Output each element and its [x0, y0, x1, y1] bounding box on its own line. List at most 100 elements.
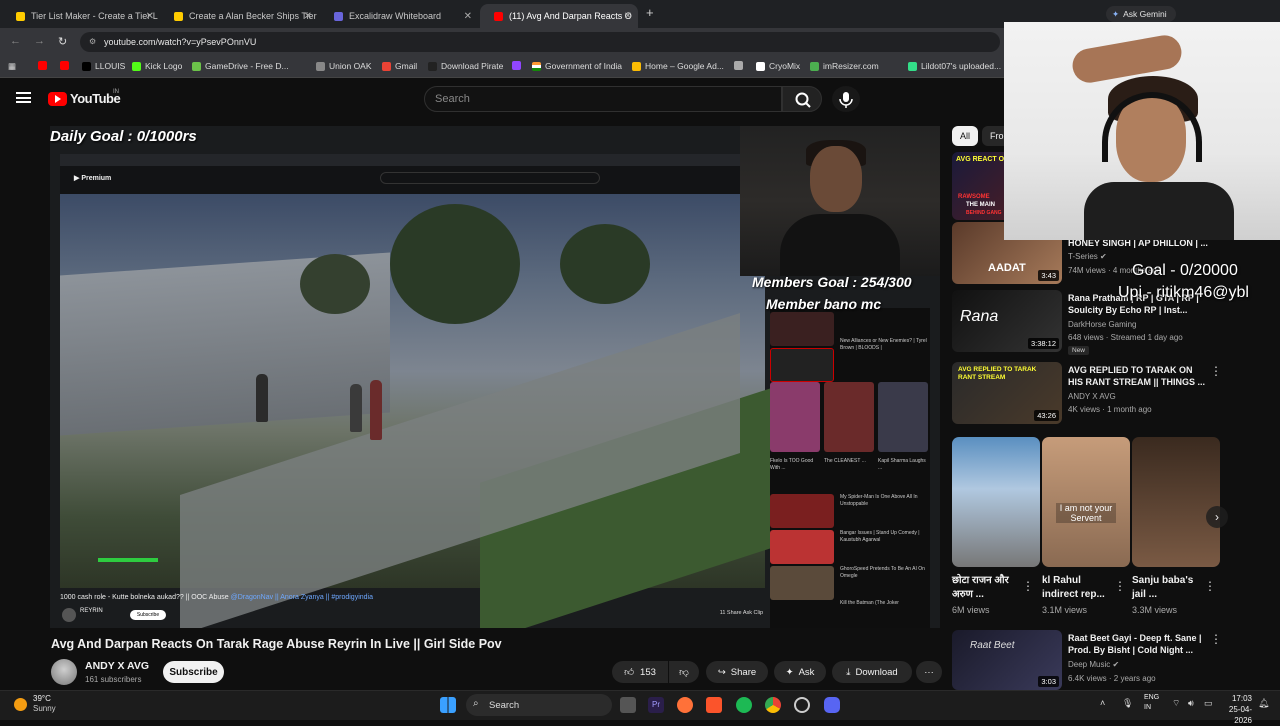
bookmark-llouis[interactable]: LLOUIS: [82, 61, 125, 71]
thumb-text: RAWSOME: [958, 194, 990, 200]
youtube-icon: [60, 61, 69, 70]
bookmark-government-of-india[interactable]: Government of India: [532, 61, 622, 71]
channel-avatar[interactable]: [51, 659, 77, 685]
bookmark-imresizer[interactable]: imResizer.com: [810, 61, 879, 71]
bookmark-extra[interactable]: [734, 61, 747, 70]
ask-button[interactable]: ✦ Ask: [774, 661, 826, 683]
system-clock[interactable]: 17:03 25-04-2026: [1222, 693, 1252, 726]
bookmark-gmail[interactable]: Gmail: [382, 61, 417, 71]
ask-gemini-label: Ask Gemini: [1123, 9, 1167, 19]
file-explorer-icon[interactable]: [620, 697, 636, 713]
channel-name[interactable]: ANDY X AVG: [85, 660, 149, 672]
embedded-thumb: [770, 566, 834, 600]
video-player[interactable]: ▶ Premium Daily Goal : 0/1000rs 1000 cas…: [50, 126, 940, 628]
browser-tab-youtube[interactable]: (11) Avg And Darpan Reacts O ✕: [480, 4, 638, 28]
browser-tab-tier-list[interactable]: Tier List Maker - Create a Tier L ✕: [2, 4, 160, 28]
youtube-logo-icon[interactable]: [48, 92, 67, 106]
bookmark-union-oak[interactable]: Union OAK: [316, 61, 372, 71]
more-options-icon[interactable]: ⋮: [1022, 579, 1034, 593]
embedded-video-title: 1000 cash role - Kutte bolneka aukad?? |…: [60, 594, 373, 601]
volume-icon[interactable]: 🔊︎: [1188, 698, 1194, 709]
language-indicator[interactable]: ENG IN: [1144, 693, 1159, 713]
share-button[interactable]: ↪ Share: [706, 661, 768, 683]
tab-close-icon[interactable]: ✕: [304, 11, 312, 22]
reload-icon[interactable]: ↻: [58, 35, 67, 48]
spotify-icon[interactable]: [736, 697, 752, 713]
recommendation-thumbnail[interactable]: Rana 3:38:12: [952, 290, 1062, 352]
taskbar-search[interactable]: ⌕ Search: [466, 694, 612, 716]
short-thumbnail[interactable]: I am not your Servent: [1042, 437, 1130, 567]
ask-gemini-button[interactable]: ✦ Ask Gemini: [1106, 6, 1176, 22]
short-title[interactable]: छोटा राजन और अरुण ...: [952, 574, 1028, 602]
recommendation-thumbnail[interactable]: Raat Beet 3:03: [952, 630, 1062, 690]
chip-all[interactable]: All: [952, 126, 979, 146]
settings-icon[interactable]: [794, 697, 810, 713]
kick-icon: [132, 61, 141, 71]
bookmark-icon: [316, 61, 325, 71]
short-thumbnail[interactable]: [1132, 437, 1220, 567]
site-info-icon[interactable]: ⚙: [89, 37, 96, 46]
embedded-short-title: Fkelo Is TOO Good With ...: [770, 458, 814, 471]
wifi-icon[interactable]: ⌔: [1172, 698, 1180, 709]
bookmark-youtube-1[interactable]: [38, 61, 51, 70]
more-actions-button[interactable]: ···: [916, 661, 942, 683]
daily-goal-overlay: Daily Goal : 0/1000rs: [50, 128, 197, 145]
brave-icon[interactable]: [706, 697, 722, 713]
search-button[interactable]: [782, 86, 822, 112]
notification-icon[interactable]: 🔔︎: [1258, 698, 1269, 709]
tray-mic-icon[interactable]: 🎙︎: [1122, 698, 1133, 709]
short-title[interactable]: Sanju baba's jail ...: [1132, 574, 1208, 602]
tab-favicon: [334, 11, 343, 21]
subscriber-count: 161 subscribers: [85, 675, 142, 684]
voice-search-button[interactable]: [832, 86, 860, 112]
recommendation-title[interactable]: Raat Beet Gayi - Deep ft. Sane | Prod. B…: [1068, 632, 1208, 656]
menu-icon[interactable]: [16, 92, 31, 103]
chrome-icon[interactable]: [765, 697, 781, 713]
apps-icon[interactable]: ▦: [8, 61, 16, 72]
bookmark-cryomix[interactable]: CryoMix: [756, 61, 800, 71]
tray-chevron-icon[interactable]: ˄: [1100, 698, 1105, 708]
recommendation-title[interactable]: AVG REPLIED TO TARAK ON HIS RANT STREAM …: [1068, 364, 1208, 388]
back-icon[interactable]: ←: [10, 35, 21, 47]
browser-tab-alan-becker[interactable]: Create a Alan Becker Ships Tier ✕: [160, 4, 318, 28]
sun-icon[interactable]: [14, 698, 27, 711]
subscribe-button[interactable]: Subscribe: [163, 661, 224, 683]
forward-icon[interactable]: →: [34, 35, 45, 47]
tab-close-icon[interactable]: ✕: [464, 11, 472, 22]
weather-temp[interactable]: 39°C: [33, 694, 51, 703]
bookmark-gamedrive[interactable]: GameDrive - Free D...: [192, 61, 289, 71]
bookmark-google-ads[interactable]: Home – Google Ad...: [632, 61, 724, 71]
bookmark-kick-logo[interactable]: Kick Logo: [132, 61, 182, 71]
more-label: ···: [924, 666, 934, 678]
tab-close-icon[interactable]: ✕: [624, 11, 632, 22]
download-button[interactable]: ⤓ Download: [832, 661, 912, 683]
more-options-icon[interactable]: ⋮: [1210, 632, 1222, 646]
short-thumbnail[interactable]: [952, 437, 1040, 567]
recommendation-thumbnail[interactable]: AVG REPLIED TO TARAK RANT STREAM 43:26: [952, 362, 1062, 424]
more-options-icon[interactable]: ⋮: [1114, 579, 1126, 593]
bookmark-twitch[interactable]: [512, 61, 525, 70]
bookmark-lildot07[interactable]: Lildot07's uploaded...: [908, 61, 1001, 71]
search-input[interactable]: Search: [424, 86, 782, 112]
windows-start-icon[interactable]: [440, 697, 456, 713]
tab-favicon: [174, 11, 183, 21]
more-options-icon[interactable]: ⋮: [1210, 364, 1222, 378]
firefox-icon[interactable]: [677, 697, 693, 713]
channel-label: Deep Music: [1068, 660, 1111, 669]
battery-icon[interactable]: ▭: [1204, 698, 1213, 709]
address-bar[interactable]: ⚙ youtube.com/watch?v=yPsevPOnnVU: [80, 32, 1000, 52]
embedded-rec-title: Kill the Batman (The Joker: [840, 600, 899, 606]
bookmark-icon: [756, 61, 765, 71]
more-options-icon[interactable]: ⋮: [1204, 579, 1216, 593]
new-tab-button[interactable]: +: [646, 5, 654, 20]
bookmark-youtube-2[interactable]: [60, 61, 73, 70]
discord-icon[interactable]: [824, 697, 840, 713]
tab-close-icon[interactable]: ✕: [146, 11, 154, 22]
bookmark-download-pirate[interactable]: Download Pirate: [428, 61, 503, 71]
dislike-button[interactable]: 👎︎: [669, 661, 699, 683]
like-button[interactable]: 👍︎ 153: [612, 661, 668, 683]
browser-tab-excalidraw[interactable]: Excalidraw Whiteboard ✕: [320, 4, 478, 28]
short-title[interactable]: kl Rahul indirect rep...: [1042, 574, 1118, 602]
chevron-right-icon[interactable]: ›: [1206, 506, 1228, 528]
premiere-icon[interactable]: Pr: [648, 697, 664, 713]
